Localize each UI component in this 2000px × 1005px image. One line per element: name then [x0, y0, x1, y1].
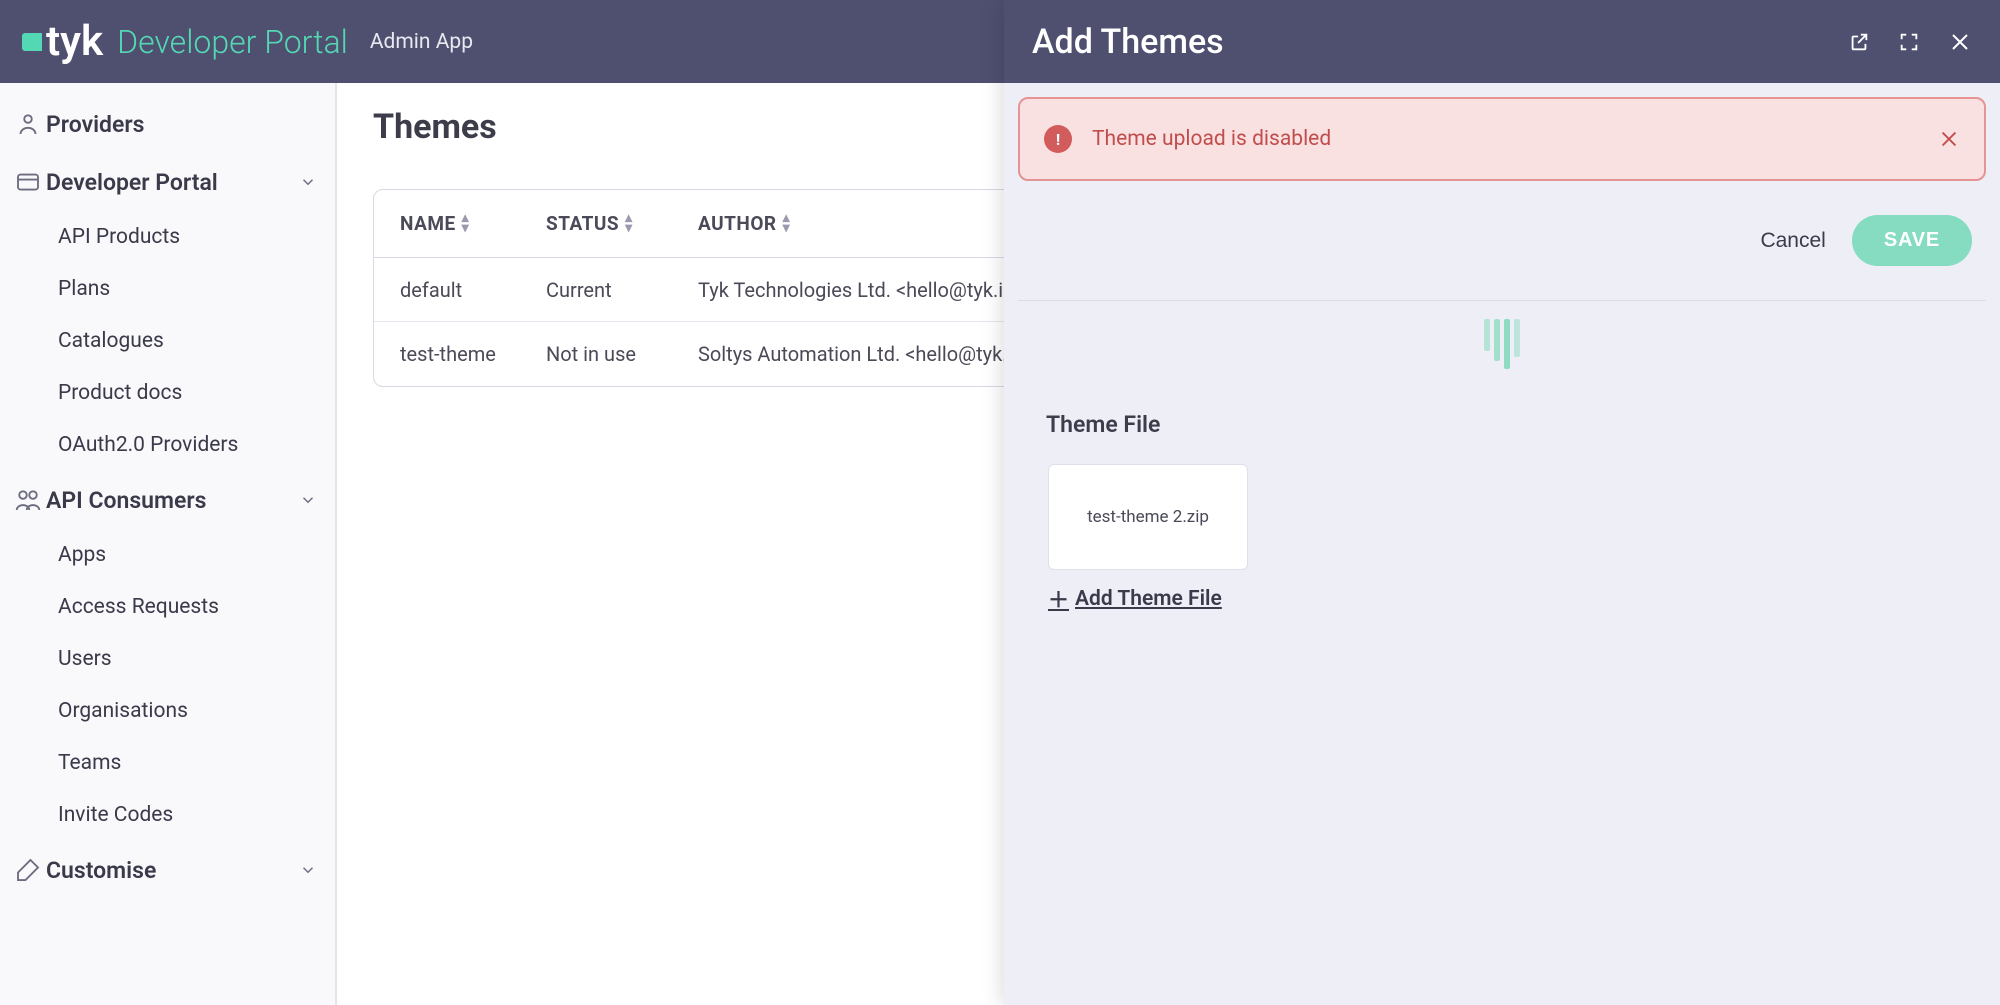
sidebar-item-label: Invite Codes [58, 803, 173, 827]
column-header-name[interactable]: NAME ▴▾ [374, 212, 546, 235]
providers-icon [10, 109, 46, 139]
sidebar-item-label: Catalogues [58, 329, 164, 353]
sidebar-item-users[interactable]: Users [0, 633, 335, 685]
sidebar-item-label: Users [58, 647, 112, 671]
cancel-button[interactable]: Cancel [1760, 215, 1825, 266]
api-consumers-icon [10, 485, 46, 515]
sidebar-item-product-docs[interactable]: Product docs [0, 367, 335, 419]
drawer-action-row: Cancel SAVE [1018, 181, 1986, 301]
sort-icon: ▴▾ [462, 214, 470, 234]
sidebar-item-api-products[interactable]: API Products [0, 211, 335, 263]
sidebar-section-label: Customise [46, 857, 156, 884]
cell-status: Not in use [546, 342, 698, 366]
product-name: Developer Portal [117, 23, 348, 61]
sort-icon: ▴▾ [783, 214, 791, 234]
sidebar-section-label: Providers [46, 111, 145, 138]
sidebar-item-label: API Products [58, 225, 180, 249]
sidebar-item-invite-codes[interactable]: Invite Codes [0, 789, 335, 841]
loading-indicator-icon [1018, 301, 1986, 393]
logo-block: tyk Developer Portal [22, 17, 348, 66]
sidebar-item-label: Access Requests [58, 595, 219, 619]
column-label: NAME [400, 212, 456, 235]
uploaded-file-chip[interactable]: test-theme 2.zip [1048, 464, 1248, 570]
add-file-label: Add Theme File [1075, 587, 1222, 611]
app-label: Admin App [370, 30, 473, 54]
column-header-status[interactable]: STATUS ▴▾ [546, 212, 698, 235]
close-icon[interactable] [1948, 30, 1972, 54]
open-external-icon[interactable] [1848, 30, 1870, 54]
sidebar-section-developer-portal[interactable]: Developer Portal [0, 153, 335, 211]
chevron-down-icon [299, 861, 317, 879]
sidebar-item-organisations[interactable]: Organisations [0, 685, 335, 737]
add-theme-file-link[interactable]: ＋ Add Theme File [1048, 584, 1222, 614]
sidebar-item-label: OAuth2.0 Providers [58, 433, 238, 457]
sidebar-item-oauth2-providers[interactable]: OAuth2.0 Providers [0, 419, 335, 471]
chevron-down-icon [299, 491, 317, 509]
cell-name: default [374, 278, 546, 302]
sidebar-item-label: Product docs [58, 381, 182, 405]
dev-portal-icon [10, 167, 46, 197]
alert-close-icon[interactable] [1938, 128, 1960, 150]
cell-name: test-theme [374, 342, 546, 366]
sidebar-item-providers[interactable]: Providers [0, 95, 335, 153]
add-themes-drawer: Add Themes ! Theme upload is disabled Ca… [1004, 0, 2000, 1005]
drawer-title: Add Themes [1032, 22, 1224, 62]
cell-status: Current [546, 278, 698, 302]
sidebar-item-label: Apps [58, 543, 106, 567]
sidebar-item-access-requests[interactable]: Access Requests [0, 581, 335, 633]
sidebar-section-label: API Consumers [46, 487, 206, 514]
file-name: test-theme 2.zip [1087, 507, 1209, 527]
column-label: STATUS [546, 212, 619, 235]
drawer-header: Add Themes [1004, 0, 2000, 83]
plus-icon: ＋ [1048, 584, 1069, 614]
sidebar-item-label: Organisations [58, 699, 188, 723]
chevron-down-icon [299, 173, 317, 191]
customise-icon [10, 855, 46, 885]
error-alert: ! Theme upload is disabled [1018, 97, 1986, 181]
expand-icon[interactable] [1898, 30, 1920, 54]
section-label-theme-file: Theme File [1018, 393, 1986, 450]
sidebar-item-label: Plans [58, 277, 110, 301]
sidebar-section-api-consumers[interactable]: API Consumers [0, 471, 335, 529]
alert-text: Theme upload is disabled [1092, 127, 1331, 151]
sidebar-item-plans[interactable]: Plans [0, 263, 335, 315]
tyk-logo: tyk [22, 17, 103, 66]
logo-chip-icon [22, 33, 42, 51]
alert-icon: ! [1044, 125, 1072, 153]
save-button[interactable]: SAVE [1852, 215, 1972, 266]
sidebar-section-customise[interactable]: Customise [0, 841, 335, 899]
logo-text: tyk [46, 17, 103, 66]
sidebar-item-teams[interactable]: Teams [0, 737, 335, 789]
column-label: AUTHOR [698, 212, 777, 235]
sidebar: Providers Developer Portal API Products … [0, 83, 336, 1005]
sidebar-item-catalogues[interactable]: Catalogues [0, 315, 335, 367]
sort-icon: ▴▾ [625, 214, 633, 234]
sidebar-item-apps[interactable]: Apps [0, 529, 335, 581]
sidebar-section-label: Developer Portal [46, 169, 218, 196]
sidebar-item-label: Teams [58, 751, 121, 775]
